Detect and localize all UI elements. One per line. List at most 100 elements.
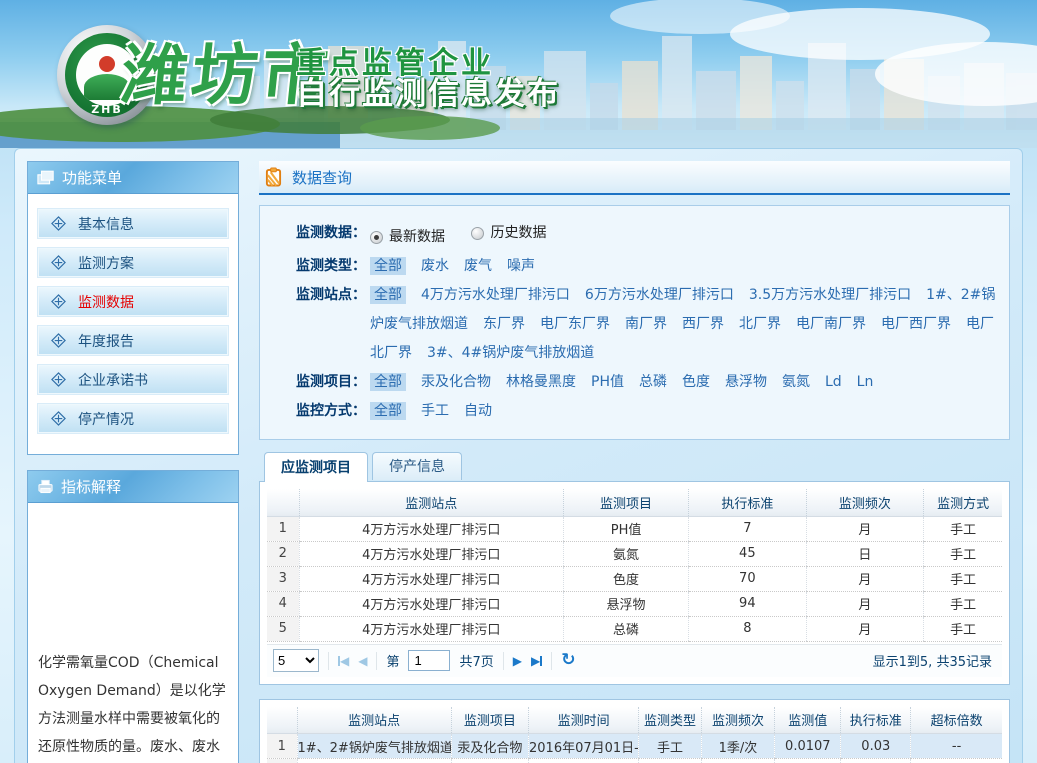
col-standard[interactable]: 执行标准 — [841, 707, 911, 734]
result-tab[interactable]: 停产信息 — [372, 452, 462, 480]
filter-option-link[interactable]: 北厂界 — [739, 316, 781, 332]
col-station[interactable]: 监测站点 — [297, 707, 451, 734]
filter-option-link[interactable]: 全部 — [370, 373, 406, 391]
filter-option-link[interactable]: 西厂界 — [682, 316, 724, 332]
filter-option-link[interactable]: 电厂西厂界 — [881, 316, 951, 332]
cell-frequency: 月 — [806, 591, 924, 616]
filter-option-link[interactable]: 6万方污水处理厂排污口 — [585, 287, 734, 303]
sidebar-menu-item[interactable]: 监测方案 — [37, 247, 229, 278]
logo-sun — [99, 56, 115, 72]
filter-option-link[interactable]: 电厂东厂界 — [540, 316, 610, 332]
row-index: 1 — [267, 516, 299, 541]
first-page-button[interactable]: ◀ — [338, 655, 349, 667]
cell-station: 4万方污水处理厂排污口 — [299, 541, 564, 566]
diamond-arrow-icon — [51, 372, 66, 387]
page-number-input[interactable] — [408, 650, 450, 671]
filter-label-mode: 监控方式： — [260, 397, 366, 426]
table-row[interactable]: 2 1#、2#锅炉废气排放烟道 林格曼黑度 2016年07月01日-09 手工 … — [267, 759, 1002, 763]
filter-row-item: 监测项目： 全部汞及化合物林格曼黑度PH值总磷色度悬浮物氨氮LdLn — [260, 368, 1001, 397]
filter-option-link[interactable]: 悬浮物 — [725, 374, 767, 390]
cell-item: 色度 — [564, 566, 689, 591]
sidebar-menu-item[interactable]: 监测数据 — [37, 286, 229, 317]
filter-option-link[interactable]: 全部 — [370, 257, 406, 275]
cell-exceed: -- — [911, 759, 1002, 763]
col-standard[interactable]: 执行标准 — [689, 489, 807, 516]
indicator-explain-title: 指标解释 — [61, 476, 121, 497]
filter-option-link[interactable]: 全部 — [370, 286, 406, 304]
filter-option-link[interactable]: 林格曼黑度 — [506, 374, 576, 390]
sidebar-menu-item[interactable]: 基本信息 — [37, 208, 229, 239]
radio-button-icon[interactable] — [471, 227, 484, 240]
result-tab[interactable]: 应监测项目 — [264, 452, 368, 482]
last-page-button[interactable]: ▶ — [531, 655, 542, 667]
filter-option-link[interactable]: Ld — [825, 374, 842, 390]
col-time[interactable]: 监测时间 — [529, 707, 639, 734]
cell-item: 总磷 — [564, 616, 689, 641]
col-value[interactable]: 监测值 — [775, 707, 841, 734]
filter-option-link[interactable]: 废气 — [464, 258, 492, 274]
sidebar-menu-item[interactable]: 停产情况 — [37, 403, 229, 434]
table-header-row: 监测站点 监测项目 执行标准 监测频次 监测方式 — [267, 489, 1002, 516]
col-item[interactable]: 监测项目 — [451, 707, 528, 734]
filter-option-link[interactable]: 全部 — [370, 402, 406, 420]
printer-icon — [37, 479, 54, 494]
filter-option-link[interactable]: 色度 — [682, 374, 710, 390]
filter-option-link[interactable]: 3.5万方污水处理厂排污口 — [749, 287, 911, 303]
table-row[interactable]: 1 4万方污水处理厂排污口 PH值 7 月 手工 — [267, 516, 1002, 541]
filter-option-link[interactable]: Ln — [857, 374, 874, 390]
filter-option-link[interactable]: 东厂界 — [483, 316, 525, 332]
filter-option-link[interactable]: 总磷 — [639, 374, 667, 390]
col-index — [267, 707, 297, 734]
radio-option[interactable]: 最新数据 — [370, 223, 445, 252]
radio-option[interactable]: 历史数据 — [471, 219, 546, 248]
filter-option-link[interactable]: 氨氮 — [782, 374, 810, 390]
cell-mode: 手工 — [924, 541, 1002, 566]
radio-option-label: 历史数据 — [490, 219, 546, 248]
cell-mode: 手工 — [924, 516, 1002, 541]
next-page-button[interactable]: ▶ — [513, 655, 522, 667]
cell-standard: 45 — [689, 541, 807, 566]
col-type[interactable]: 监测类型 — [639, 707, 701, 734]
filter-option-link[interactable]: PH值 — [591, 374, 624, 390]
filter-option-link[interactable]: 噪声 — [507, 258, 535, 274]
col-mode[interactable]: 监测方式 — [924, 489, 1002, 516]
filter-option-link[interactable]: 4万方污水处理厂排污口 — [421, 287, 570, 303]
table-row[interactable]: 3 4万方污水处理厂排污口 色度 70 月 手工 — [267, 566, 1002, 591]
filter-option-link[interactable]: 电厂南厂界 — [796, 316, 866, 332]
prev-page-button[interactable]: ◀ — [358, 655, 367, 667]
filter-option-link[interactable]: 手工 — [421, 403, 449, 419]
filter-option-link[interactable]: 自动 — [464, 403, 492, 419]
col-item[interactable]: 监测项目 — [564, 489, 689, 516]
monitoring-items-table: 监测站点 监测项目 执行标准 监测频次 监测方式 1 4万方污水处理厂排污口 P… — [267, 489, 1002, 642]
filter-option-link[interactable]: 废水 — [421, 258, 449, 274]
row-index: 1 — [267, 734, 297, 759]
refresh-icon[interactable]: ↻ — [561, 652, 575, 669]
filter-row-type: 监测类型： 全部废水废气噪声 — [260, 252, 1001, 281]
cell-station: 4万方污水处理厂排污口 — [299, 516, 564, 541]
filter-option-link[interactable]: 汞及化合物 — [421, 374, 491, 390]
col-frequency[interactable]: 监测频次 — [806, 489, 924, 516]
cell-station: 1#、2#锅炉废气排放烟道 — [297, 759, 451, 763]
content-wrapper: 功能菜单 基本信息 — [14, 148, 1023, 763]
filter-option-link[interactable]: 3#、4#锅炉废气排放烟道 — [427, 345, 594, 361]
table-row[interactable]: 2 4万方污水处理厂排污口 氨氮 45 日 手工 — [267, 541, 1002, 566]
sidebar-menu-item-label: 企业承诺书 — [78, 370, 148, 390]
table-row[interactable]: 5 4万方污水处理厂排污口 总磷 8 月 手工 — [267, 616, 1002, 641]
sidebar-menu-item[interactable]: 企业承诺书 — [37, 364, 229, 395]
table-row[interactable]: 1 1#、2#锅炉废气排放烟道 汞及化合物 2016年07月01日-09 手工 … — [267, 734, 1002, 759]
page-size-select[interactable]: 5 — [273, 649, 319, 672]
cell-type: 手工 — [639, 734, 701, 759]
col-frequency[interactable]: 监测频次 — [701, 707, 775, 734]
filter-option-link[interactable]: 南厂界 — [625, 316, 667, 332]
table-row[interactable]: 4 4万方污水处理厂排污口 悬浮物 94 月 手工 — [267, 591, 1002, 616]
col-station[interactable]: 监测站点 — [299, 489, 564, 516]
row-index: 4 — [267, 591, 299, 616]
cell-item: 汞及化合物 — [451, 734, 528, 759]
col-exceed[interactable]: 超标倍数 — [911, 707, 1002, 734]
cell-item: 悬浮物 — [564, 591, 689, 616]
sidebar-menu-item[interactable]: 年度报告 — [37, 325, 229, 356]
cell-time: 2016年07月01日-09 — [529, 734, 639, 759]
cell-frequency: 1季/次 — [701, 759, 775, 763]
radio-button-icon[interactable] — [370, 231, 383, 244]
diamond-arrow-icon — [51, 255, 66, 270]
